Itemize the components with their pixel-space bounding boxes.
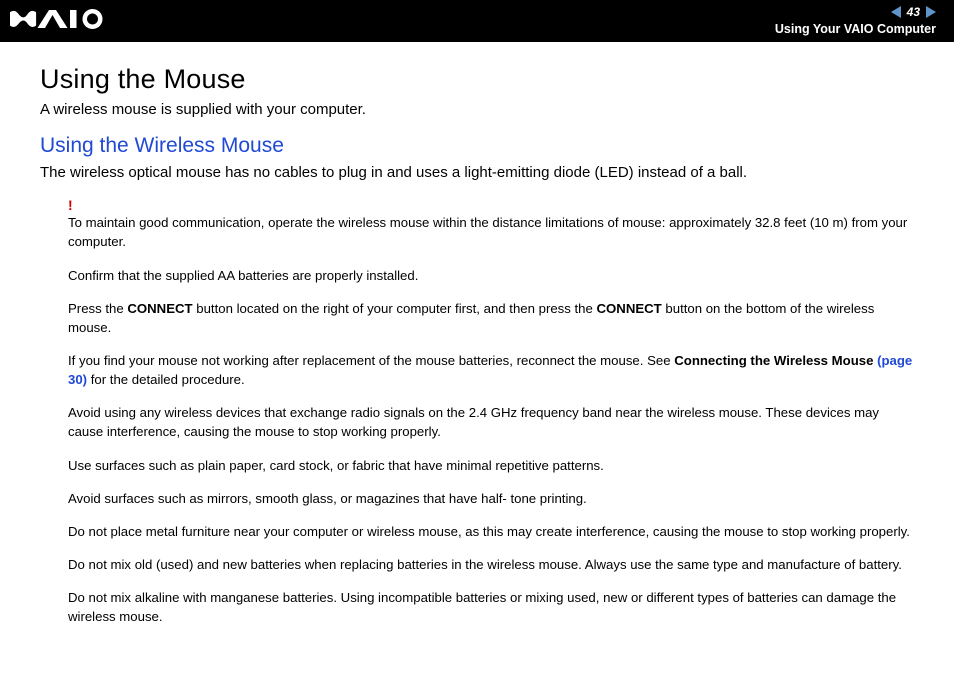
exclamation-icon: !: [68, 195, 914, 215]
page-title: Using the Mouse: [40, 64, 914, 95]
note-text: If you find your mouse not working after…: [68, 351, 914, 389]
note-text: To maintain good communication, operate …: [68, 213, 914, 251]
note-text: Use surfaces such as plain paper, card s…: [68, 456, 914, 475]
page-number: 43: [905, 4, 922, 21]
header-right: 43 Using Your VAIO Computer: [775, 4, 936, 38]
note-text: Do not mix alkaline with manganese batte…: [68, 588, 914, 626]
vaio-logo: [10, 9, 120, 34]
notes-block: ! To maintain good communication, operat…: [40, 195, 914, 626]
header-bar: 43 Using Your VAIO Computer: [0, 0, 954, 42]
note-text: Do not mix old (used) and new batteries …: [68, 555, 914, 574]
note-text: Press the CONNECT button located on the …: [68, 299, 914, 337]
next-page-icon[interactable]: [926, 6, 936, 18]
note-text: Do not place metal furniture near your c…: [68, 522, 914, 541]
page-navigator: 43: [775, 4, 936, 21]
section-subtitle: Using the Wireless Mouse: [40, 134, 914, 158]
prev-page-icon[interactable]: [891, 6, 901, 18]
page-content: Using the Mouse A wireless mouse is supp…: [0, 42, 954, 660]
note-text: Confirm that the supplied AA batteries a…: [68, 266, 914, 285]
breadcrumb: Using Your VAIO Computer: [775, 21, 936, 39]
note-text: Avoid using any wireless devices that ex…: [68, 403, 914, 441]
note-text: Avoid surfaces such as mirrors, smooth g…: [68, 489, 914, 508]
section-description: The wireless optical mouse has no cables…: [40, 164, 914, 181]
intro-text: A wireless mouse is supplied with your c…: [40, 101, 914, 118]
